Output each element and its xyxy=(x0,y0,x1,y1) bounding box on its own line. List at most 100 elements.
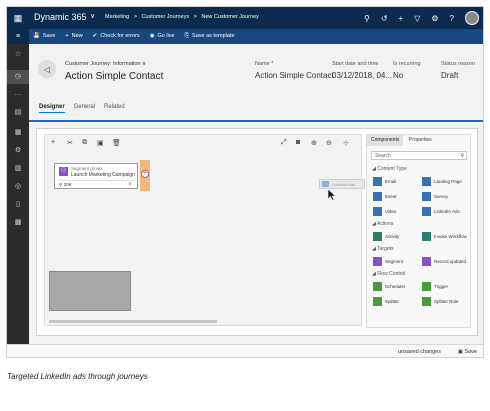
chevron-down-icon: ∨ xyxy=(142,61,147,67)
linkedin-ads-icon xyxy=(422,206,431,216)
component-email[interactable]: Email xyxy=(373,176,396,186)
status-save-button[interactable]: ▣ Save xyxy=(458,349,477,355)
component-survey[interactable]: Survey xyxy=(422,191,448,201)
app-window: ▦ Dynamic 365 ∨ Marketing > Customer Jou… xyxy=(6,6,484,358)
help-icon[interactable]: ? xyxy=(450,14,454,23)
component-label: LinkedIn Ads xyxy=(434,208,460,214)
component-label: Trigger xyxy=(434,283,449,289)
status-reason-value[interactable]: Draft xyxy=(441,71,458,80)
segment-group-tile[interactable]: ⚇ Segment group Launch Marketing Campaig… xyxy=(54,163,138,189)
save-as-template-button[interactable]: ⎘ Save as template xyxy=(185,33,235,40)
more-icon[interactable]: … xyxy=(7,90,29,97)
group-flow-control[interactable]: ◢ Flow Control xyxy=(372,271,405,277)
search-icon[interactable]: ⚲ xyxy=(460,152,464,160)
chevron-down-icon[interactable]: ∨ xyxy=(90,12,95,20)
component-scheduler[interactable]: Scheduler xyxy=(373,281,405,291)
grid-icon[interactable]: ▩ xyxy=(7,218,29,226)
paste-icon[interactable]: ▣ xyxy=(97,139,104,147)
component-linkedin-ads[interactable]: LinkedIn Ads xyxy=(422,206,460,216)
workflow-icon xyxy=(422,231,431,241)
gear-icon[interactable]: ⚙ xyxy=(431,14,438,23)
tab-related[interactable]: Related xyxy=(104,104,125,113)
screenshot-icon[interactable]: ◙ xyxy=(296,139,300,146)
document-icon[interactable]: ▤ xyxy=(7,108,29,116)
component-landing-page[interactable]: Landing Page xyxy=(422,176,462,186)
tab-properties[interactable]: Properties xyxy=(405,135,436,146)
canvas-minimap[interactable] xyxy=(49,271,131,311)
zoom-out-icon[interactable]: ⊖ xyxy=(326,139,332,147)
expand-icon[interactable]: ⤢ xyxy=(281,139,287,147)
zoom-in-icon[interactable]: ⊕ xyxy=(311,139,317,147)
target-icon[interactable]: ◎ xyxy=(7,182,29,190)
breadcrumb-item[interactable]: Marketing xyxy=(105,14,129,20)
component-record-updated[interactable]: Record updated xyxy=(422,256,466,266)
app-name[interactable]: Dynamic 365 xyxy=(34,12,87,22)
tab-designer[interactable]: Designer xyxy=(39,104,65,113)
name-field-label: Name * xyxy=(255,61,274,67)
component-label: Video xyxy=(385,208,397,214)
delete-icon[interactable]: 🗑 xyxy=(112,139,121,147)
dragging-tile[interactable]: LinkedIn Ads xyxy=(319,179,365,189)
component-activity[interactable]: Activity xyxy=(373,231,399,241)
panel-tabs: Components Properties xyxy=(367,135,471,146)
avatar[interactable] xyxy=(465,11,479,25)
calendar-icon[interactable]: ▦ xyxy=(7,128,29,136)
app-launcher-icon[interactable]: ▦ xyxy=(7,7,29,29)
save-button[interactable]: 💾 Save xyxy=(33,33,55,40)
unsaved-changes-label: unsaved changes xyxy=(397,349,441,355)
breadcrumb-item[interactable]: New Customer Journey xyxy=(201,14,258,20)
name-field-value[interactable]: Action Simple Contact xyxy=(255,71,334,80)
new-button[interactable]: + New xyxy=(65,33,82,40)
component-label: Splitter Rule xyxy=(434,298,459,304)
add-tile-icon[interactable]: + xyxy=(141,170,149,178)
fit-to-screen-icon[interactable]: ⊹ xyxy=(343,139,349,147)
segment-icon xyxy=(373,256,382,266)
component-splitter[interactable]: Splitter xyxy=(373,296,399,306)
group-content-type[interactable]: ◢ Content Type xyxy=(372,166,407,172)
scheduler-icon xyxy=(373,281,382,291)
component-video[interactable]: Video xyxy=(373,206,396,216)
breadcrumb-item[interactable]: Customer Journeys xyxy=(141,14,189,20)
plus-icon[interactable]: + xyxy=(399,14,404,23)
component-trigger[interactable]: Trigger xyxy=(422,281,448,291)
component-splitter-rule[interactable]: Splitter Rule xyxy=(422,296,459,306)
splitter-icon xyxy=(373,296,382,306)
add-icon[interactable]: + xyxy=(51,139,55,146)
tab-general[interactable]: General xyxy=(74,104,95,113)
go-live-icon: ◉ xyxy=(149,33,155,39)
horizontal-scrollbar[interactable] xyxy=(49,320,217,323)
save-label: Save xyxy=(42,33,56,39)
history-icon[interactable]: ↺ xyxy=(381,14,388,23)
breadcrumb: Marketing > Customer Journeys > New Cust… xyxy=(105,14,262,20)
is-recurring-value[interactable]: No xyxy=(393,71,403,80)
group-targets[interactable]: ◢ Targets xyxy=(372,246,394,252)
form-selector[interactable]: Customer Journey: Information ∨ xyxy=(65,61,146,67)
component-event[interactable]: Event xyxy=(373,191,397,201)
component-invoke-workflow[interactable]: Invoke Workflow xyxy=(422,231,467,241)
component-label: Record updated xyxy=(434,258,467,264)
cut-icon[interactable]: ✂ xyxy=(67,139,73,147)
start-date-value[interactable]: 03/12/2018, 04... xyxy=(332,71,392,80)
filter-icon[interactable]: ▽ xyxy=(414,14,420,23)
copy-icon[interactable]: ⧉ xyxy=(82,139,87,147)
tile-count: ⚲ 20K xyxy=(59,182,72,188)
page-icon[interactable]: ▯ xyxy=(7,200,29,208)
dashboard-icon[interactable]: ◷ xyxy=(7,70,29,84)
hamburger-icon[interactable]: ≡ xyxy=(7,29,29,44)
designer-canvas[interactable]: + ✂ ⧉ ▣ 🗑 ⤢ ◙ ⊕ ⊖ ⊹ ⚇ Segment group Laun… xyxy=(44,134,365,326)
search-icon[interactable]: ⚲ xyxy=(364,14,370,23)
save-icon: ▣ xyxy=(457,349,463,355)
chevron-down-icon[interactable]: ∨ xyxy=(128,181,132,187)
table-icon[interactable]: ▥ xyxy=(7,164,29,172)
new-label: New xyxy=(71,33,83,39)
group-actions[interactable]: ◢ Actions xyxy=(372,221,393,227)
go-live-button[interactable]: ◉ Go live xyxy=(150,33,175,40)
status-bar: unsaved changes ▣ Save xyxy=(7,344,483,357)
gear-icon[interactable]: ⚙ xyxy=(7,146,29,154)
component-segment[interactable]: Segment xyxy=(373,256,403,266)
check-for-errors-button[interactable]: ✔ Check for errors xyxy=(93,33,140,40)
form-selector-label: Customer Journey: Information xyxy=(65,61,141,67)
component-search-input[interactable]: Search ⚲ xyxy=(371,151,467,160)
pin-icon[interactable]: ☆ xyxy=(7,50,29,58)
tab-components[interactable]: Components xyxy=(367,135,404,146)
